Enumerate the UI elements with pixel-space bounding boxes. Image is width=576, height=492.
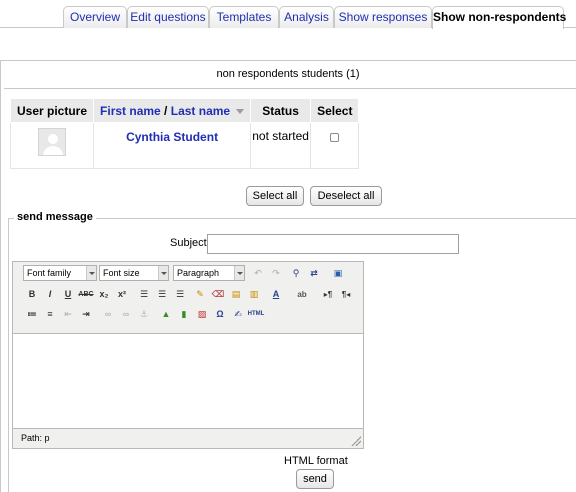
format-value: Paragraph bbox=[177, 268, 220, 278]
page-heading: non respondents students (1) bbox=[216, 68, 360, 80]
select-cell bbox=[310, 122, 360, 169]
ltr-icon[interactable]: ▸¶ bbox=[319, 286, 337, 303]
bullet-list-icon[interactable]: ≔ bbox=[23, 306, 41, 323]
insert-media-icon[interactable]: ▮ bbox=[175, 306, 193, 323]
special-char-icon[interactable]: Ω bbox=[211, 306, 229, 323]
paste-word-icon[interactable]: ▥ bbox=[245, 286, 263, 303]
send-button[interactable]: send bbox=[296, 469, 334, 489]
avatar-body bbox=[43, 146, 64, 155]
replace-icon[interactable]: ⇄ bbox=[305, 265, 323, 282]
fieldset-border-left bbox=[8, 218, 9, 492]
font-size-value: Font size bbox=[103, 268, 140, 278]
indent-icon[interactable]: ⇥ bbox=[77, 306, 95, 323]
sort-desc-icon[interactable] bbox=[236, 108, 245, 114]
outdent-icon[interactable]: ⇤ bbox=[59, 306, 77, 323]
align-left-icon[interactable]: ☰ bbox=[135, 286, 153, 303]
subscript-icon[interactable]: x₂ bbox=[95, 286, 113, 303]
avatar[interactable] bbox=[38, 128, 67, 156]
tab-overview[interactable]: Overview bbox=[63, 6, 127, 28]
name-cell: Cynthia Student bbox=[93, 122, 252, 169]
resize-handle-icon[interactable] bbox=[351, 436, 361, 446]
insert-image-icon[interactable]: ▲ bbox=[157, 306, 175, 323]
heading-divider bbox=[4, 88, 576, 89]
font-family-select[interactable]: Font family bbox=[23, 265, 97, 281]
rich-text-editor: Font family Font size Paragraph ↶ ↷ ⚲ ⇄ … bbox=[12, 261, 364, 449]
student-name-link[interactable]: Cynthia Student bbox=[126, 130, 218, 144]
undo-icon[interactable]: ↶ bbox=[249, 265, 267, 282]
header-status: Status bbox=[250, 98, 312, 123]
header-user-picture: User picture bbox=[9, 98, 95, 123]
rtl-icon[interactable]: ¶◂ bbox=[337, 286, 355, 303]
align-center-icon[interactable]: ☰ bbox=[153, 286, 171, 303]
font-size-select[interactable]: Font size bbox=[99, 265, 169, 281]
tab-bar: Overview Edit questions Templates Analys… bbox=[0, 0, 576, 29]
tab-analysis[interactable]: Analysis bbox=[279, 6, 334, 28]
numbered-list-icon[interactable]: ≡ bbox=[41, 306, 59, 323]
format-select[interactable]: Paragraph bbox=[173, 265, 245, 281]
link-icon[interactable]: ∞ bbox=[99, 306, 117, 323]
message-body-editor[interactable] bbox=[13, 333, 363, 429]
send-message-legend: send message bbox=[14, 211, 96, 223]
fullscreen-icon[interactable]: ▣ bbox=[329, 265, 347, 282]
header-name: First name / Last name bbox=[93, 98, 252, 123]
deselect-all-button[interactable]: Deselect all bbox=[310, 186, 382, 206]
header-separator: / bbox=[160, 103, 171, 118]
superscript-icon[interactable]: x² bbox=[113, 286, 131, 303]
font-family-value: Font family bbox=[27, 268, 72, 278]
table-header-row: User picture First name / Last name Stat… bbox=[9, 98, 360, 123]
highlight-color-icon[interactable]: ab bbox=[293, 286, 311, 303]
italic-icon[interactable]: I bbox=[41, 286, 59, 303]
user-picture-cell bbox=[9, 122, 95, 169]
redo-icon[interactable]: ↷ bbox=[267, 265, 285, 282]
tab-edit-questions[interactable]: Edit questions bbox=[127, 6, 209, 28]
avatar-head bbox=[48, 134, 59, 144]
chevron-down-icon bbox=[86, 266, 96, 280]
tab-show-responses[interactable]: Show responses bbox=[334, 6, 432, 28]
non-respondents-table: User picture First name / Last name Stat… bbox=[9, 98, 360, 169]
paste-text-icon[interactable]: ▤ bbox=[227, 286, 245, 303]
unlink-icon[interactable]: ∞ bbox=[117, 306, 135, 323]
insert-file-icon[interactable]: ▨ bbox=[193, 306, 211, 323]
cleanup-icon[interactable]: ✎ bbox=[191, 286, 209, 303]
find-icon[interactable]: ⚲ bbox=[287, 265, 305, 282]
remove-format-icon[interactable]: ⌫ bbox=[209, 286, 227, 303]
edit-icon[interactable]: ✍ bbox=[229, 306, 247, 323]
editor-path: Path: p bbox=[21, 433, 50, 443]
status-cell: not started bbox=[250, 122, 312, 169]
text-color-icon[interactable]: A bbox=[267, 286, 285, 303]
align-right-icon[interactable]: ☰ bbox=[171, 286, 189, 303]
html-format-label: HTML format bbox=[284, 455, 348, 467]
html-source-icon[interactable]: HTML bbox=[247, 306, 265, 323]
anchor-icon[interactable]: ⚓ bbox=[135, 306, 153, 323]
chevron-down-icon bbox=[234, 266, 244, 280]
sort-first-name-link[interactable]: First name bbox=[100, 104, 161, 118]
select-all-button[interactable]: Select all bbox=[246, 186, 304, 206]
underline-icon[interactable]: U bbox=[59, 286, 77, 303]
subject-label: Subject bbox=[170, 237, 207, 249]
bold-icon[interactable]: B bbox=[23, 286, 41, 303]
subject-input[interactable] bbox=[207, 234, 459, 254]
strikethrough-icon[interactable]: ABC bbox=[77, 286, 95, 303]
select-checkbox[interactable] bbox=[330, 133, 340, 142]
table-row: Cynthia Student not started bbox=[9, 122, 360, 169]
tab-show-non-respondents[interactable]: Show non-respondents bbox=[432, 6, 566, 29]
header-select: Select bbox=[310, 98, 360, 123]
chevron-down-icon bbox=[158, 266, 168, 280]
tab-templates[interactable]: Templates bbox=[209, 6, 279, 28]
sort-last-name-link[interactable]: Last name bbox=[171, 104, 230, 118]
